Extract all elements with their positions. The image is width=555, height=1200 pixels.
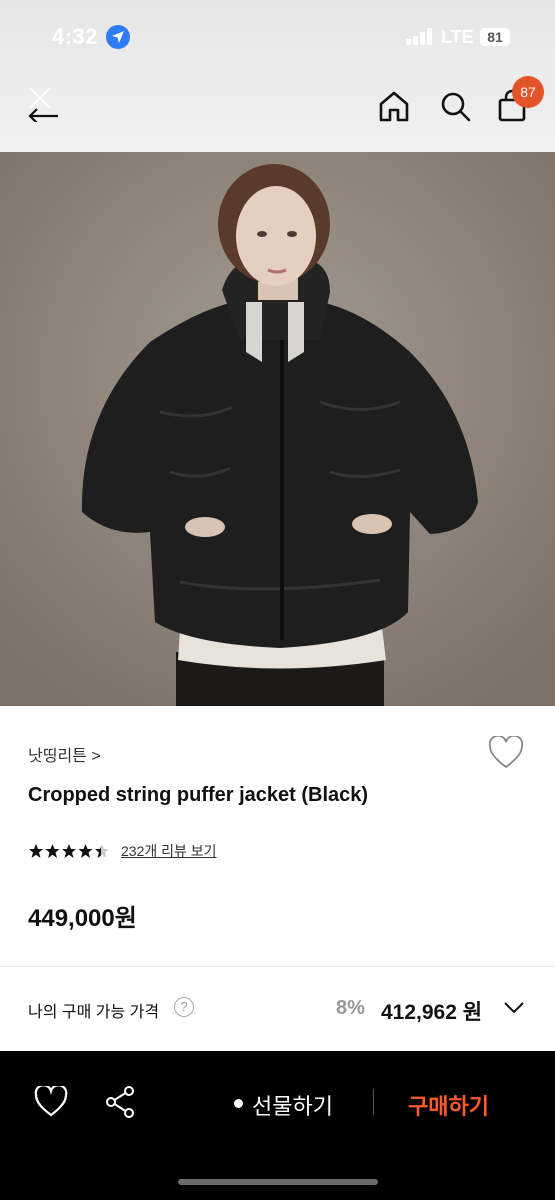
- expand-chevron-button[interactable]: [503, 999, 525, 1015]
- gift-button[interactable]: 선물하기: [252, 1089, 333, 1121]
- product-info: 낫띵리튼 > Cropped string puffer jacket (Bla…: [0, 706, 555, 966]
- discount-rate: 8%: [336, 997, 365, 1019]
- home-button[interactable]: [376, 88, 412, 124]
- close-back-button[interactable]: [26, 82, 62, 124]
- my-price-row[interactable]: 나의 구매 가능 가격 ? 8% 412,962 원: [0, 967, 555, 1051]
- nav-bar: 87: [0, 70, 555, 152]
- rating-stars: [28, 843, 112, 859]
- product-title: Cropped string puffer jacket (Black): [28, 784, 369, 806]
- action-separator: [373, 1089, 374, 1115]
- close-back-icon: [28, 87, 58, 124]
- gift-dot-icon: [234, 1099, 243, 1108]
- status-bar: 4:32 LTE 81: [0, 0, 555, 70]
- product-image[interactable]: [0, 152, 555, 706]
- product-photo-illustration: [0, 152, 555, 706]
- star-rating-icon: [29, 844, 109, 858]
- home-icon: [379, 91, 409, 122]
- signal-icon: [406, 28, 434, 45]
- brand-link[interactable]: 낫띵리튼 >: [28, 742, 101, 766]
- top-header-area: 4:32 LTE 81 87: [0, 0, 555, 152]
- battery-level: 81: [487, 29, 503, 45]
- heart-outline-icon: [488, 734, 524, 769]
- status-time: 4:32: [52, 24, 99, 49]
- bottom-wishlist-button[interactable]: [34, 1084, 68, 1118]
- discounted-price: 412,962 원: [381, 1001, 483, 1024]
- location-arrow-icon: [106, 25, 130, 49]
- search-icon: [441, 92, 471, 122]
- network-type: LTE: [441, 27, 474, 47]
- cart-count-badge: 87: [512, 76, 544, 108]
- product-price: 449,000원: [28, 905, 137, 932]
- bottom-action-bar: 선물하기 구매하기: [0, 1051, 555, 1200]
- my-price-label: 나의 구매 가능 가격: [28, 1004, 160, 1021]
- heart-icon: [34, 1084, 68, 1117]
- reviews-link[interactable]: 232개 리뷰 보기: [121, 841, 217, 861]
- battery-icon: 81: [480, 28, 510, 46]
- share-icon: [106, 1086, 134, 1118]
- help-question-icon[interactable]: ?: [174, 997, 194, 1017]
- wishlist-heart-button[interactable]: [488, 734, 524, 770]
- buy-button[interactable]: 구매하기: [408, 1089, 489, 1121]
- chevron-down-icon: [504, 1002, 524, 1014]
- home-indicator[interactable]: [178, 1179, 378, 1185]
- search-button[interactable]: [437, 88, 473, 124]
- share-button[interactable]: [104, 1085, 136, 1119]
